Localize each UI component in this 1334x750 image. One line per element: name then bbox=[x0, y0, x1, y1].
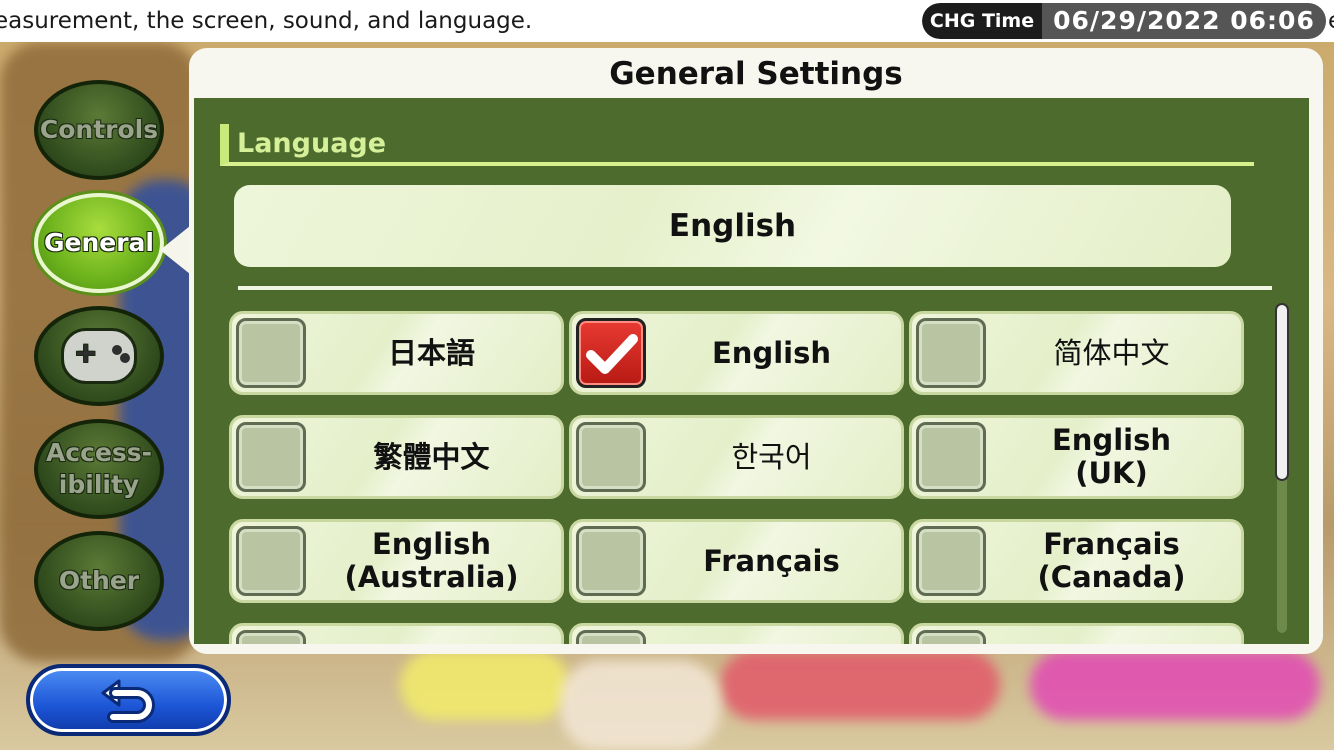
checkbox[interactable] bbox=[916, 318, 986, 388]
option-traditional-chinese[interactable]: 繁體中文 bbox=[229, 415, 564, 499]
time-badge: CHG Time 06/29/2022 06:06 bbox=[922, 3, 1326, 39]
back-button[interactable] bbox=[26, 664, 231, 736]
nav-accessibility[interactable]: Access- ibility bbox=[34, 419, 164, 519]
option-label: Français (Canada) bbox=[1037, 527, 1186, 594]
nav-controller[interactable] bbox=[34, 306, 164, 406]
ticker-text: easurement, the screen, sound, and langu… bbox=[0, 8, 533, 34]
option-label: English (UK) bbox=[1051, 423, 1171, 490]
scroll-thumb[interactable] bbox=[1275, 303, 1289, 481]
option-label: 繁體中文 bbox=[373, 439, 490, 474]
section-label: Language bbox=[237, 128, 387, 159]
option-japanese[interactable]: 日本語 bbox=[229, 311, 564, 395]
option-next-row[interactable] bbox=[569, 623, 904, 644]
current-language: English bbox=[668, 208, 797, 244]
current-language-display: English bbox=[234, 185, 1231, 267]
option-label: 한국어 bbox=[731, 439, 812, 474]
option-french-canada[interactable]: Français (Canada) bbox=[909, 519, 1244, 603]
option-simplified-chinese[interactable]: 简体中文 bbox=[909, 311, 1244, 395]
nav-general[interactable]: General bbox=[34, 193, 164, 293]
settings-panel: General Settings Language English 日本語 En… bbox=[189, 48, 1323, 654]
checkbox[interactable] bbox=[236, 526, 306, 596]
option-label: English (Australia) bbox=[344, 527, 519, 594]
option-english[interactable]: English bbox=[569, 311, 904, 395]
panel-title: General Settings bbox=[609, 56, 903, 92]
nav-label: Controls bbox=[39, 115, 159, 144]
option-label: Français bbox=[703, 543, 840, 578]
checkbox[interactable] bbox=[236, 630, 306, 644]
checkbox[interactable] bbox=[236, 422, 306, 492]
nav-controls[interactable]: Controls bbox=[34, 80, 164, 180]
panel-body: Language English 日本語 English 简体中文 繁體中文 한… bbox=[194, 98, 1309, 644]
checkmark-icon bbox=[586, 334, 638, 374]
time-label: CHG Time bbox=[922, 3, 1042, 39]
nav-label: Other bbox=[58, 566, 140, 595]
nav-pointer bbox=[160, 226, 190, 274]
option-next-row[interactable] bbox=[229, 623, 564, 644]
section-header: Language bbox=[220, 124, 1254, 166]
checkbox-checked[interactable] bbox=[576, 318, 646, 388]
checkbox[interactable] bbox=[916, 526, 986, 596]
option-english-australia[interactable]: English (Australia) bbox=[229, 519, 564, 603]
nav-label: Access- ibility bbox=[45, 438, 153, 499]
checkbox[interactable] bbox=[916, 630, 986, 644]
option-french[interactable]: Français bbox=[569, 519, 904, 603]
checkbox[interactable] bbox=[576, 526, 646, 596]
option-english-uk[interactable]: English (UK) bbox=[909, 415, 1244, 499]
time-value: 06/29/2022 06:06 bbox=[1042, 3, 1326, 39]
divider bbox=[238, 286, 1272, 290]
nav-label: General bbox=[44, 228, 154, 257]
checkbox[interactable] bbox=[576, 422, 646, 492]
scrollbar[interactable] bbox=[1275, 303, 1289, 633]
option-next-row[interactable] bbox=[909, 623, 1244, 644]
ticker-tail: e bbox=[1328, 0, 1334, 42]
back-arrow-icon bbox=[101, 679, 155, 723]
gamepad-icon bbox=[61, 328, 137, 384]
checkbox[interactable] bbox=[916, 422, 986, 492]
option-korean[interactable]: 한국어 bbox=[569, 415, 904, 499]
checkbox[interactable] bbox=[576, 630, 646, 644]
checkbox[interactable] bbox=[236, 318, 306, 388]
option-label: 日本語 bbox=[387, 335, 475, 370]
nav-other[interactable]: Other bbox=[34, 531, 164, 631]
option-label: 简体中文 bbox=[1053, 335, 1170, 370]
ticker-bar: easurement, the screen, sound, and langu… bbox=[0, 0, 1334, 42]
option-label: English bbox=[711, 335, 831, 370]
